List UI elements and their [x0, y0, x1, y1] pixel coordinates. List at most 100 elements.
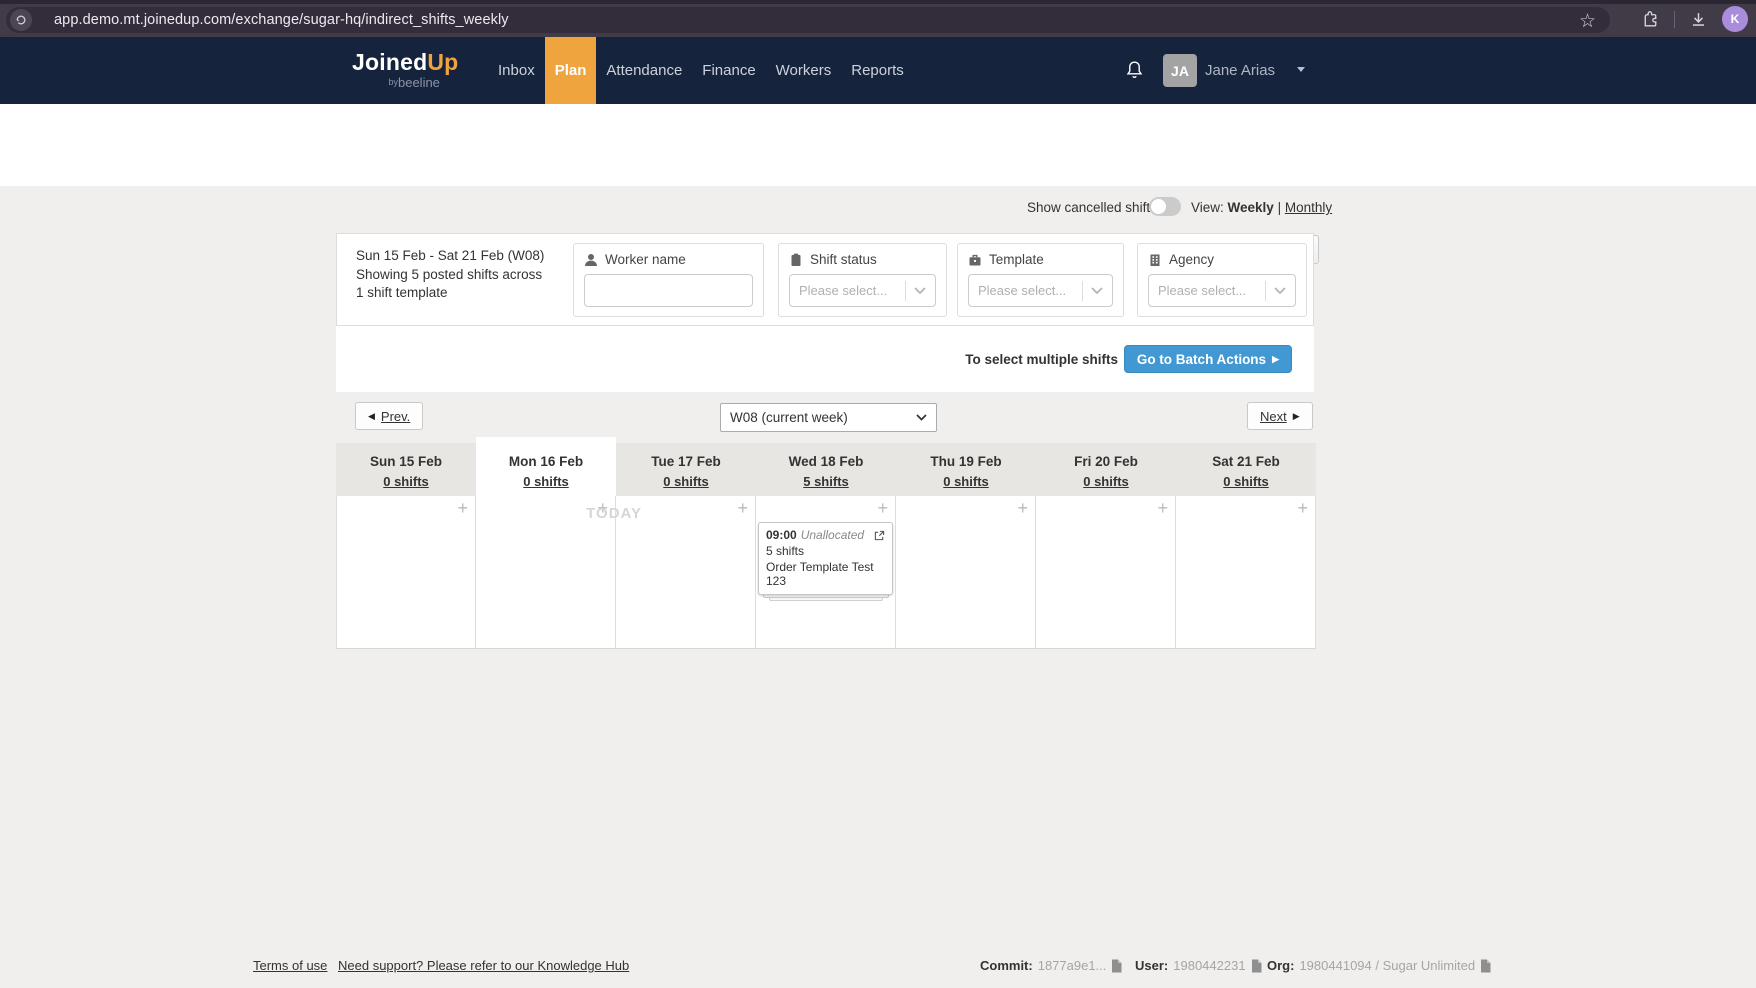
day-shifts-link[interactable]: 0 shifts [383, 474, 429, 489]
chevron-right-icon: ▶ [1272, 354, 1279, 365]
page-header-band: Post shifts for Sugar HQ Following [0, 104, 1756, 186]
shift-status-placeholder: Please select... [799, 283, 901, 298]
browser-profile-avatar[interactable]: K [1722, 6, 1748, 32]
site-info-icon[interactable] [10, 9, 32, 31]
chevron-down-icon [1091, 287, 1103, 294]
filter-panel: Sun 15 Feb - Sat 21 Feb (W08) Showing 5 … [336, 233, 1314, 326]
day-cell[interactable]: + 09:00 Unallocated 5 shifts Order Templ… [756, 496, 896, 648]
weekly-calendar: Sun 15 Feb 0 shifts + Mon 16 Feb 0 shift… [336, 443, 1316, 649]
day-header: Wed 18 Feb 5 shifts [756, 443, 896, 496]
day-cell[interactable]: + [336, 496, 476, 648]
logo-beeline: beeline [398, 75, 440, 90]
day-column-tue: Tue 17 Feb 0 shifts + [616, 443, 756, 648]
add-shift-icon[interactable]: + [457, 498, 468, 519]
day-label: Tue 17 Feb [616, 454, 756, 469]
user-menu-chevron-icon[interactable] [1297, 67, 1305, 72]
batch-hint: To select multiple shifts [965, 352, 1118, 367]
day-cell[interactable]: + [1176, 496, 1316, 648]
copy-document-icon[interactable] [1480, 959, 1491, 973]
external-link-icon[interactable] [874, 530, 885, 541]
day-shifts-link[interactable]: 5 shifts [803, 474, 849, 489]
day-shifts-link[interactable]: 0 shifts [943, 474, 989, 489]
shift-status-filter: Shift status Please select... [778, 243, 947, 317]
prev-week-button[interactable]: ◀Prev. [355, 402, 423, 430]
nav-item-plan[interactable]: Plan [545, 37, 597, 104]
add-shift-icon[interactable]: + [597, 498, 608, 519]
day-column-fri: Fri 20 Feb 0 shifts + [1036, 443, 1176, 648]
nav-item-reports[interactable]: Reports [841, 37, 914, 104]
download-icon[interactable] [1689, 10, 1708, 29]
week-summary: Sun 15 Feb - Sat 21 Feb (W08) Showing 5 … [356, 247, 544, 303]
day-header: Sun 15 Feb 0 shifts [336, 443, 476, 496]
day-cell[interactable]: + [616, 496, 756, 648]
shift-status-select[interactable]: Please select... [789, 274, 936, 307]
add-shift-icon[interactable]: + [1157, 498, 1168, 519]
day-shifts-link[interactable]: 0 shifts [663, 474, 709, 489]
template-label: Template [989, 252, 1044, 267]
day-shifts-link[interactable]: 0 shifts [1083, 474, 1129, 489]
template-placeholder: Please select... [978, 283, 1078, 298]
agency-placeholder: Please select... [1158, 283, 1261, 298]
nav-item-attendance[interactable]: Attendance [596, 37, 692, 104]
logo-up: Up [427, 49, 458, 75]
user-name[interactable]: Jane Arias [1205, 62, 1275, 79]
user-avatar[interactable]: JA [1163, 54, 1197, 87]
user-info: User: 1980442231 [1135, 958, 1262, 973]
nav-item-workers[interactable]: Workers [766, 37, 842, 104]
show-cancelled-label: Show cancelled shifts [1027, 200, 1157, 215]
view-monthly-link[interactable]: Monthly [1285, 200, 1332, 215]
nav-menu: Inbox Plan Attendance Finance Workers Re… [488, 37, 914, 104]
day-shifts-link[interactable]: 0 shifts [523, 474, 569, 489]
day-header: Sat 21 Feb 0 shifts [1176, 443, 1316, 496]
add-shift-icon[interactable]: + [737, 498, 748, 519]
agency-select[interactable]: Please select... [1148, 274, 1296, 307]
logo-joined: Joined [352, 49, 427, 75]
nav-item-finance[interactable]: Finance [692, 37, 765, 104]
notifications-bell-icon[interactable] [1124, 59, 1145, 82]
batch-actions-button[interactable]: Go to Batch Actions▶ [1124, 345, 1292, 373]
shift-card-stack [769, 598, 883, 601]
batch-actions-band: To select multiple shifts Go to Batch Ac… [336, 326, 1314, 392]
bookmark-star-icon[interactable]: ☆ [1579, 10, 1596, 33]
day-shifts-link[interactable]: 0 shifts [1223, 474, 1269, 489]
worker-name-label: Worker name [605, 252, 686, 267]
page-footer: Terms of use Need support? Please refer … [0, 950, 1756, 988]
app-navbar: JoinedUp bybeeline Inbox Plan Attendance… [0, 37, 1756, 104]
terms-link[interactable]: Terms of use [253, 958, 327, 973]
tab-strip [0, 0, 1756, 4]
shift-count: 5 shifts [766, 544, 885, 558]
day-label: Thu 19 Feb [896, 454, 1036, 469]
url-bar[interactable]: app.demo.mt.joinedup.com/exchange/sugar-… [6, 7, 1610, 33]
add-shift-icon[interactable]: + [1297, 498, 1308, 519]
day-cell[interactable]: +TODAY [476, 496, 616, 648]
nav-item-inbox[interactable]: Inbox [488, 37, 545, 104]
day-column-thu: Thu 19 Feb 0 shifts + [896, 443, 1036, 648]
worker-name-filter: Worker name [573, 243, 764, 317]
show-cancelled-toggle[interactable] [1149, 197, 1181, 216]
copy-document-icon[interactable] [1111, 959, 1122, 973]
copy-document-icon[interactable] [1251, 959, 1262, 973]
day-cell[interactable]: + [1036, 496, 1176, 648]
week-select[interactable]: W08 (current week) [720, 403, 937, 432]
browser-chrome: app.demo.mt.joinedup.com/exchange/sugar-… [0, 0, 1756, 37]
day-cell[interactable]: + [896, 496, 1036, 648]
shift-card[interactable]: 09:00 Unallocated 5 shifts Order Templat… [758, 522, 893, 595]
prev-label: Prev. [381, 409, 410, 424]
add-shift-icon[interactable]: + [1017, 498, 1028, 519]
add-shift-icon[interactable]: + [877, 498, 888, 519]
support-link[interactable]: Need support? Please refer to our Knowle… [338, 958, 629, 973]
org-label: Org: [1267, 958, 1294, 973]
toggle-knob [1151, 199, 1166, 214]
worker-name-input[interactable] [584, 274, 753, 307]
user-value: 1980442231 [1173, 958, 1245, 973]
url-text: app.demo.mt.joinedup.com/exchange/sugar-… [54, 12, 509, 28]
day-column-sun: Sun 15 Feb 0 shifts + [336, 443, 476, 648]
day-header: Thu 19 Feb 0 shifts [896, 443, 1036, 496]
extensions-icon[interactable] [1641, 10, 1660, 29]
day-header: Mon 16 Feb 0 shifts [476, 437, 616, 496]
view-weekly-label: Weekly [1228, 200, 1274, 215]
joinedup-logo[interactable]: JoinedUp bybeeline [352, 49, 458, 92]
template-select[interactable]: Please select... [968, 274, 1113, 307]
building-icon [1148, 253, 1162, 267]
next-week-button[interactable]: Next▶ [1247, 402, 1313, 430]
